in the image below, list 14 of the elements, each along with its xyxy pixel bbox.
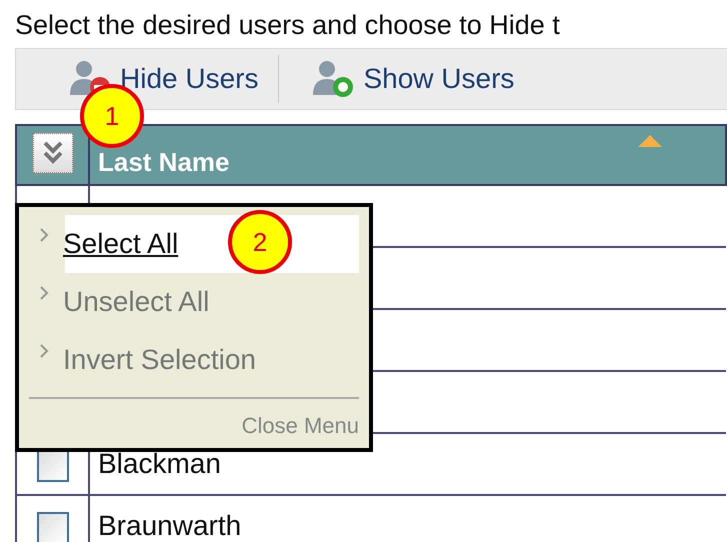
double-chevron-icon — [42, 140, 64, 166]
menu-item[interactable]: Unselect All — [59, 277, 218, 327]
instruction-text: Select the desired users and choose to Hide t — [15, 9, 561, 42]
chevron-right-icon — [39, 227, 49, 243]
user-plus-icon — [311, 59, 356, 99]
menu-item[interactable]: Invert Selection — [59, 335, 264, 385]
menu-item[interactable]: Select All — [59, 219, 186, 269]
chevron-right-icon — [39, 343, 49, 359]
column-header[interactable]: Last Name — [89, 125, 726, 185]
show-users-button[interactable]: Show Users — [311, 58, 534, 100]
row-checkbox[interactable] — [36, 450, 68, 482]
select-menu-button[interactable] — [32, 133, 72, 173]
chevron-right-icon — [39, 285, 49, 301]
row-checkbox[interactable] — [36, 512, 68, 542]
